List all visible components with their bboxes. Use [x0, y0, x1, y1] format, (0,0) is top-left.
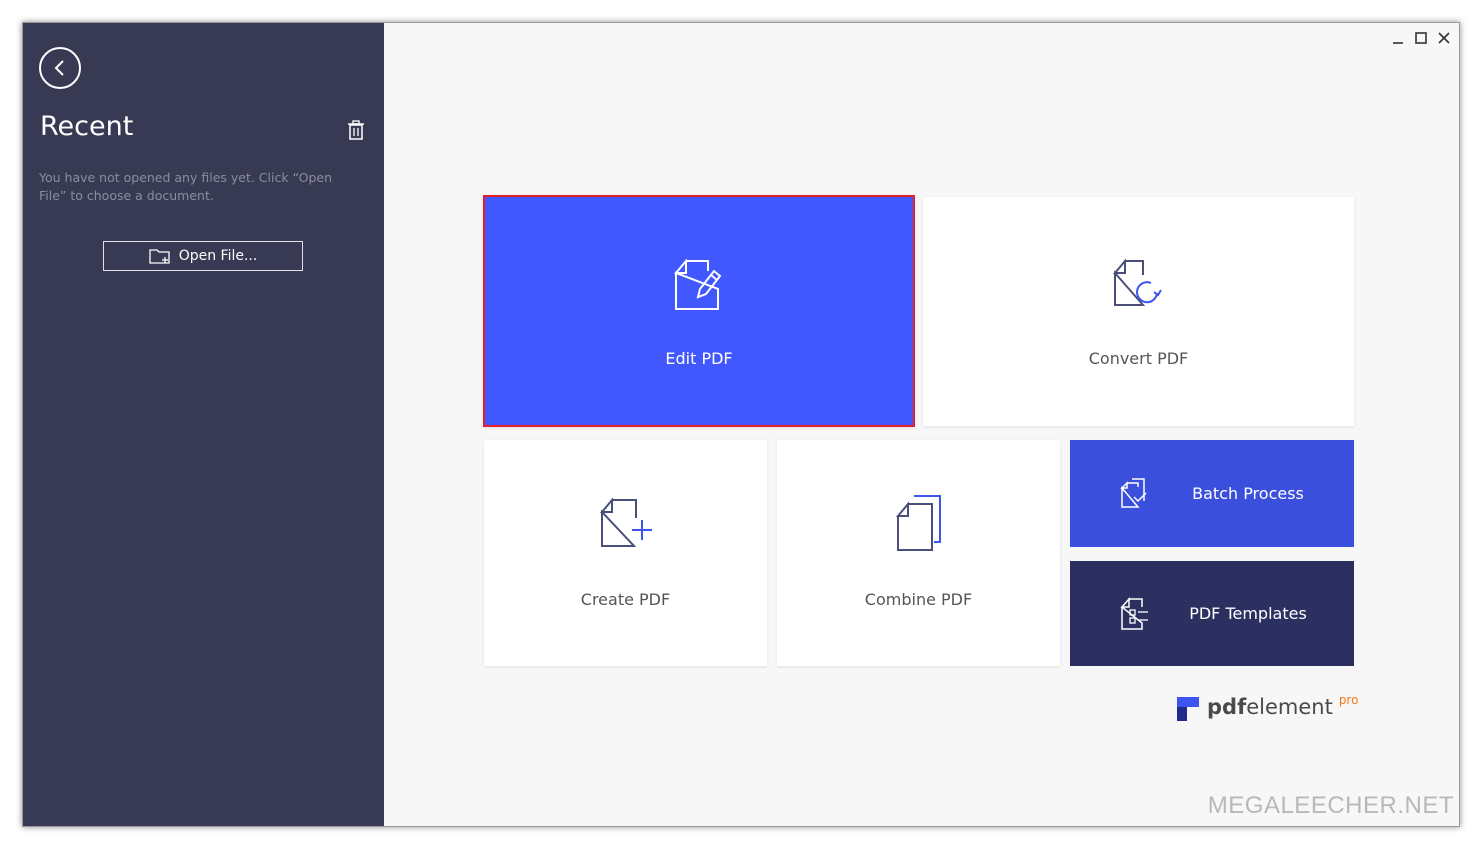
chevron-left-icon [54, 60, 64, 76]
open-file-label: Open File... [178, 248, 258, 264]
close-button[interactable] [1435, 29, 1453, 47]
trash-icon [348, 120, 364, 140]
create-pdf-label: Create PDF [580, 590, 671, 609]
combine-documents-icon [895, 495, 941, 551]
folder-icon [149, 248, 170, 264]
edit-pdf-label: Edit PDF [665, 349, 733, 368]
recent-title: Recent [40, 111, 134, 142]
edit-document-icon [674, 259, 722, 310]
pdf-templates-tile[interactable]: PDF Templates [1070, 561, 1354, 666]
edit-pdf-tile[interactable]: Edit PDF [483, 195, 915, 427]
pdfelement-logo-icon [1177, 697, 1199, 721]
create-document-icon [599, 498, 652, 547]
convert-pdf-label: Convert PDF [1088, 349, 1189, 368]
pdfelement-pro-logo: pdf element pro [1177, 693, 1359, 725]
batch-process-label: Batch Process [1192, 484, 1304, 503]
maximize-icon [1415, 32, 1427, 44]
batch-process-tile[interactable]: Batch Process [1070, 440, 1354, 547]
site-watermark: MEGALEECHER.NET [1207, 792, 1454, 819]
brand-pro-text: pro [1338, 693, 1359, 707]
trash-button[interactable] [345, 119, 367, 141]
brand-element-text: element [1246, 695, 1333, 719]
maximize-button[interactable] [1412, 29, 1430, 47]
brand-pdf-text: pdf [1207, 695, 1247, 719]
close-icon [1438, 32, 1450, 44]
minimize-icon [1393, 42, 1403, 44]
recent-sidebar: Recent You have not opened any files yet… [23, 23, 384, 826]
app-window: Recent You have not opened any files yet… [22, 22, 1460, 827]
open-file-button[interactable]: Open File... [103, 241, 303, 271]
create-pdf-tile[interactable]: Create PDF [484, 440, 767, 666]
back-button[interactable] [39, 47, 81, 89]
combine-pdf-label: Combine PDF [864, 590, 973, 609]
empty-recent-hint: You have not opened any files yet. Click… [39, 170, 332, 203]
pdf-templates-label: PDF Templates [1189, 604, 1307, 623]
convert-pdf-tile[interactable]: Convert PDF [923, 197, 1354, 426]
convert-document-icon [1112, 259, 1162, 306]
minimize-button[interactable] [1389, 29, 1407, 47]
combine-pdf-tile[interactable]: Combine PDF [777, 440, 1060, 666]
